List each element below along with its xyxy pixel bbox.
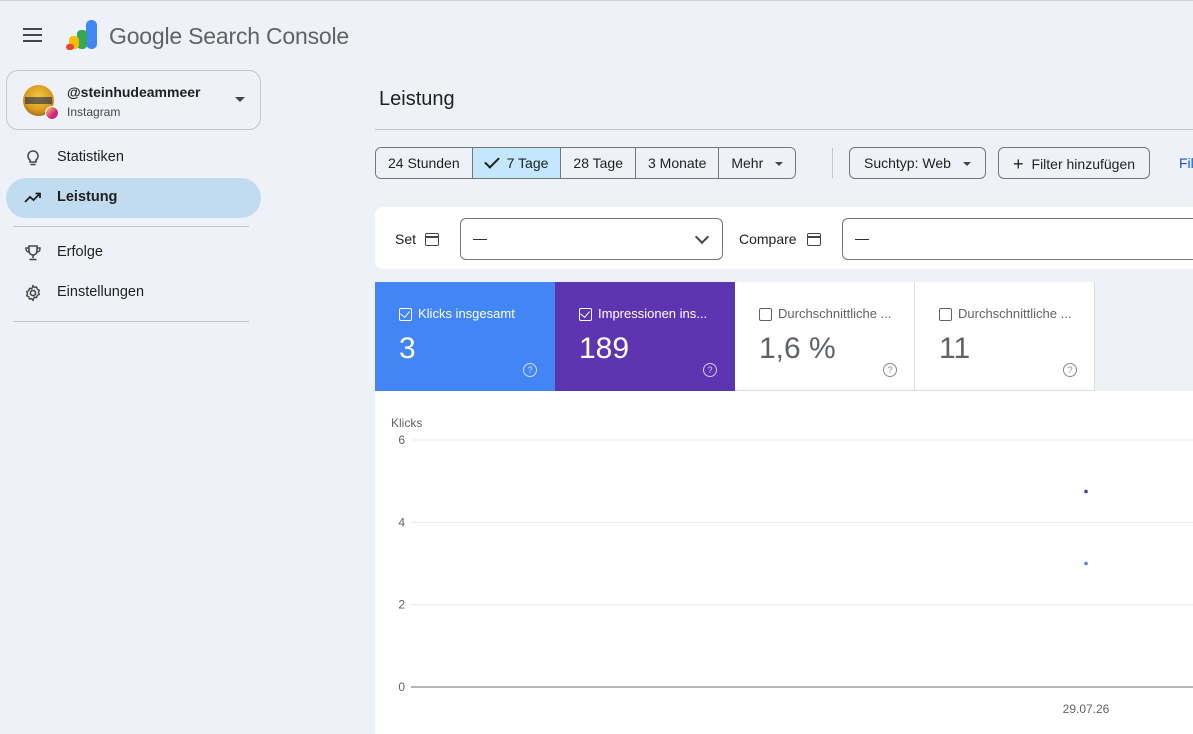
y-tick-label: 4 <box>398 515 405 529</box>
check-icon <box>483 153 500 169</box>
y-tick-label: 6 <box>398 433 405 447</box>
y-tick-label: 0 <box>398 680 405 694</box>
nav-item-einstellungen[interactable]: Einstellungen <box>6 273 261 313</box>
chart-svg: Klicks 6 4 2 0 29.07.26 <box>391 416 1193 716</box>
metric-value: 11 <box>939 332 971 365</box>
search-console-logo <box>66 20 97 50</box>
metric-label: Klicks insgesamt <box>418 306 515 321</box>
chevron-down-icon <box>694 229 710 245</box>
trophy-icon <box>25 245 41 261</box>
metric-value: 189 <box>579 332 630 365</box>
date-range-7d[interactable]: 7 Tage <box>472 148 562 178</box>
nav-label: Einstellungen <box>57 284 145 300</box>
set-select[interactable]: — <box>460 218 723 260</box>
title-divider <box>375 129 1193 130</box>
property-type: Instagram <box>67 105 121 119</box>
app-title: Google Search Console <box>109 23 350 49</box>
lightbulb-icon <box>27 150 39 166</box>
y-axis-label: Klicks <box>391 416 422 430</box>
metric-label: Durchschnittliche ... <box>958 306 1072 321</box>
date-range-selector: 24 Stunden 7 Tage 28 Tage 3 Monate Mehr <box>375 147 797 179</box>
main-menu-icon[interactable] <box>20 22 46 48</box>
metric-label: Impressionen ins... <box>598 306 708 321</box>
nav-divider <box>13 226 249 227</box>
metric-value: 1,6 % <box>759 332 836 365</box>
data-point <box>1084 561 1088 566</box>
caret-down-icon <box>775 162 784 166</box>
metric-card-ctr[interactable]: Durchschnittliche ... 1,6 % ? <box>735 282 915 391</box>
toolbar-divider <box>832 148 833 178</box>
metric-card-position[interactable]: Durchschnittliche ... 11 ? <box>915 282 1095 391</box>
nav-item-leistung[interactable]: Leistung <box>6 178 261 218</box>
date-range-more[interactable]: Mehr <box>719 148 796 178</box>
date-range-28d[interactable]: 28 Tage <box>561 148 636 178</box>
help-icon[interactable]: ? <box>1063 363 1077 377</box>
data-point <box>1084 489 1088 494</box>
metric-card-impressions[interactable]: Impressionen ins... 189 ? <box>555 282 735 391</box>
filter-link[interactable]: Fil <box>1179 155 1193 171</box>
date-range-24h[interactable]: 24 Stunden <box>376 148 473 178</box>
top-border <box>0 0 1193 1</box>
compare-label: Compare <box>739 231 797 247</box>
checkbox[interactable] <box>579 308 592 321</box>
date-range-3m[interactable]: 3 Monate <box>635 148 720 178</box>
gear-icon <box>25 284 41 302</box>
calendar-icon <box>807 233 821 246</box>
calendar-icon <box>425 233 439 246</box>
metric-value: 3 <box>399 332 416 365</box>
compare-bar: Set — Compare — <box>375 207 1193 269</box>
nav-label: Erfolge <box>57 244 103 260</box>
set-label: Set <box>395 231 417 247</box>
metric-card-clicks[interactable]: Klicks insgesamt 3 ? <box>375 282 555 391</box>
caret-down-icon <box>235 97 245 102</box>
help-icon[interactable]: ? <box>883 363 897 377</box>
plus-icon: + <box>1013 154 1024 174</box>
nav-item-statistiken[interactable]: Statistiken <box>6 138 261 178</box>
nav-divider <box>13 321 249 322</box>
page-title: Leistung <box>379 88 455 110</box>
property-name: @steinhudeammeer <box>67 84 201 100</box>
help-icon[interactable]: ? <box>523 363 537 377</box>
add-filter-button[interactable]: + Filter hinzufügen <box>998 147 1151 179</box>
y-tick-label: 2 <box>398 598 405 612</box>
trending-up-icon <box>24 192 41 203</box>
caret-down-icon <box>962 162 971 166</box>
x-tick-label: 29.07.26 <box>1063 702 1110 716</box>
checkbox[interactable] <box>399 308 412 321</box>
checkbox[interactable] <box>759 308 772 321</box>
nav-label: Statistiken <box>57 149 124 165</box>
search-type-button[interactable]: Suchtyp: Web <box>849 147 986 179</box>
property-selector[interactable]: @steinhudeammeer Instagram <box>6 70 261 130</box>
compare-select[interactable]: — <box>842 218 1193 260</box>
nav-label: Leistung <box>57 189 118 205</box>
checkbox[interactable] <box>939 308 952 321</box>
metric-label: Durchschnittliche ... <box>778 306 892 321</box>
instagram-icon <box>45 106 59 120</box>
help-icon[interactable]: ? <box>703 363 717 377</box>
nav-item-erfolge[interactable]: Erfolge <box>6 233 261 273</box>
performance-chart: Klicks 6 4 2 0 29.07.26 <box>375 391 1193 734</box>
